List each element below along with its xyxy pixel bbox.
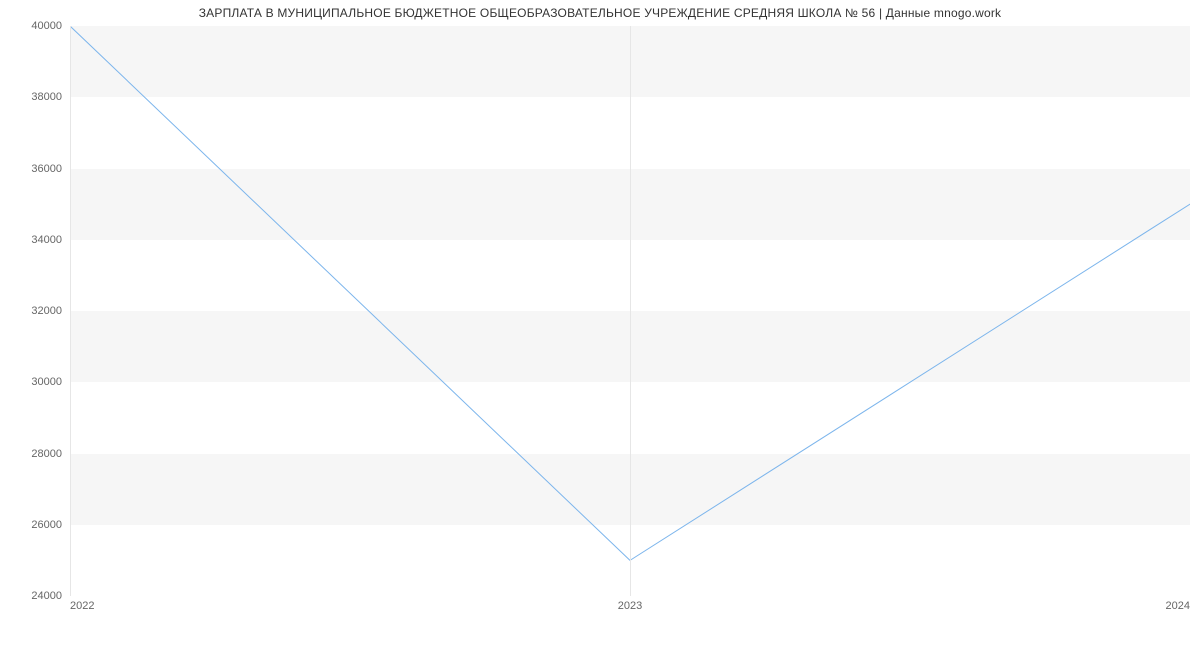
y-axis-tick: 26000: [0, 519, 62, 531]
y-axis-tick: 34000: [0, 234, 62, 246]
chart-title: ЗАРПЛАТА В МУНИЦИПАЛЬНОЕ БЮДЖЕТНОЕ ОБЩЕО…: [0, 6, 1200, 20]
y-axis-tick: 38000: [0, 91, 62, 103]
grid-vline: [70, 26, 71, 596]
grid-vline: [1190, 26, 1191, 596]
y-axis-tick: 36000: [0, 163, 62, 175]
x-axis-tick: 2022: [70, 600, 94, 612]
y-axis-tick: 24000: [0, 590, 62, 602]
plot-area: [70, 26, 1190, 596]
y-axis-tick: 32000: [0, 305, 62, 317]
y-axis-tick: 28000: [0, 448, 62, 460]
y-axis-tick: 30000: [0, 376, 62, 388]
y-axis-tick: 40000: [0, 20, 62, 32]
x-axis-tick: 2023: [618, 600, 642, 612]
x-axis-tick: 2024: [1166, 600, 1190, 612]
grid-vline: [630, 26, 631, 596]
chart-container: ЗАРПЛАТА В МУНИЦИПАЛЬНОЕ БЮДЖЕТНОЕ ОБЩЕО…: [0, 0, 1200, 650]
